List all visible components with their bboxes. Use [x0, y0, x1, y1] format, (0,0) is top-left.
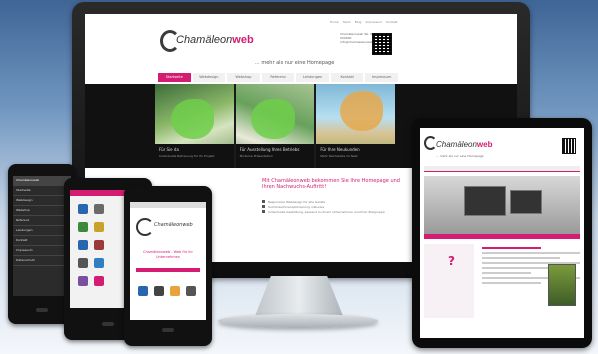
pink-bar [136, 268, 200, 272]
hero-panel[interactable]: Für Sie da Individuelle Betreuung für Ihr… [155, 84, 234, 168]
tablet-nav[interactable] [424, 166, 580, 172]
site-slogan: ... mehr als nur eine Homepage [255, 60, 335, 66]
nav-item[interactable]: Leistungen [296, 73, 329, 82]
monitor-stand [255, 276, 343, 316]
app-icon[interactable] [154, 286, 164, 296]
top-link[interactable]: Home [330, 20, 339, 24]
panel-subtitle: Moderne Präsentation [239, 154, 273, 158]
top-link[interactable]: Blog [355, 20, 362, 24]
home-button[interactable] [36, 308, 48, 312]
monitor-base [218, 314, 378, 328]
tablet-pink-bar [424, 234, 580, 239]
menu-item[interactable]: Referenz [13, 216, 71, 226]
app-icon[interactable] [170, 286, 180, 296]
panel-title: Für Ihre Neukunden [320, 147, 360, 152]
panel-title: Für Ausstellung Ihres Betriebs [239, 147, 300, 152]
home-button[interactable] [162, 328, 174, 332]
top-link[interactable]: Kontakt [386, 20, 397, 24]
qr-code-icon [372, 33, 392, 55]
devices-image [510, 190, 542, 214]
qr-code-icon [562, 138, 576, 154]
chameleon-logo-icon [136, 218, 154, 236]
hero-left-bg [85, 84, 155, 168]
app-icon[interactable] [94, 204, 104, 214]
menu-item[interactable]: Impressum [13, 246, 71, 256]
app-icon[interactable] [186, 286, 196, 296]
chameleon-image [170, 99, 214, 140]
panel-title: Für Sie da [159, 147, 179, 152]
phone-headline: Chamäleonweb - Web für ihr Unternehmen [143, 250, 193, 259]
app-icon[interactable] [78, 222, 88, 232]
chameleon-image [251, 99, 295, 140]
app-icon[interactable] [78, 204, 88, 214]
phone-title: Chamäleonweb [13, 176, 71, 186]
menu-item[interactable]: Kontakt [13, 236, 71, 246]
home-button[interactable] [102, 322, 114, 326]
top-link[interactable]: Impressum [365, 20, 382, 24]
tablet-logo[interactable]: Chamäleonweb [436, 140, 492, 149]
devices-image [464, 186, 506, 216]
app-icon[interactable] [94, 240, 104, 250]
question-icon: ? [448, 254, 455, 268]
hero-slider: Für Sie da Individuelle Betreuung für Ihr… [155, 84, 396, 168]
tablet-slogan: ... mehr als nur eine Homepage [436, 154, 484, 158]
app-icon[interactable] [94, 222, 104, 232]
hero-panel[interactable]: Für Ausstellung Ihres Betriebs Moderne Pr… [235, 84, 315, 168]
top-links: Home Team Blog Impressum Kontakt [330, 20, 398, 24]
feature-list: Responsive Webdesign für alle Geräte Suc… [262, 200, 412, 215]
hero-panel[interactable]: Für Ihre Neukunden Mehr Reichweite im Net… [316, 84, 396, 168]
content-headline: Mit Chamäleonweb bekommen Sie Ihre Homep… [262, 178, 400, 190]
nav-item[interactable]: Startseite [158, 73, 191, 82]
menu-item[interactable]: Webdesign [13, 196, 71, 206]
menu-item[interactable]: Datenschutz [13, 256, 71, 266]
app-icon[interactable] [78, 258, 88, 268]
app-icon[interactable] [94, 276, 104, 286]
phone-3-screen: Chamäleonweb Chamäleonweb - Web für ihr … [130, 202, 206, 320]
app-icon[interactable] [78, 240, 88, 250]
panel-subtitle: Individuelle Betreuung für Ihr Projekt [159, 154, 215, 158]
nav-item[interactable]: Webdesign [192, 73, 226, 82]
panel-subtitle: Mehr Reichweite im Netz [320, 154, 358, 158]
phone-1-screen: Chamäleonweb Startseite Webdesign Websho… [13, 176, 71, 296]
site-logo[interactable]: Chamäleonweb [176, 34, 254, 46]
book-image [548, 264, 576, 306]
tablet-hero [424, 176, 580, 234]
nav-item[interactable]: Referenz [261, 73, 295, 82]
nav-item[interactable]: Kontakt [330, 73, 364, 82]
app-icon[interactable] [78, 276, 88, 286]
menu-item[interactable]: Webshop [13, 206, 71, 216]
menu-item[interactable]: Startseite [13, 186, 71, 196]
nav-item[interactable]: Impressum [365, 73, 399, 82]
app-icon[interactable] [138, 286, 148, 296]
nav-item[interactable]: Webshop [227, 73, 260, 82]
menu-item[interactable]: Leistungen [13, 226, 71, 236]
chameleon-image [339, 90, 384, 132]
main-nav: Startseite Webdesign Webshop Referenz Le… [158, 73, 399, 82]
top-link[interactable]: Team [343, 20, 351, 24]
app-icon[interactable] [94, 258, 104, 268]
phone-logo[interactable]: Chamäleonweb [154, 222, 193, 228]
feature-item: Individuelle Gestaltung, passend zu Ihre… [262, 210, 412, 215]
